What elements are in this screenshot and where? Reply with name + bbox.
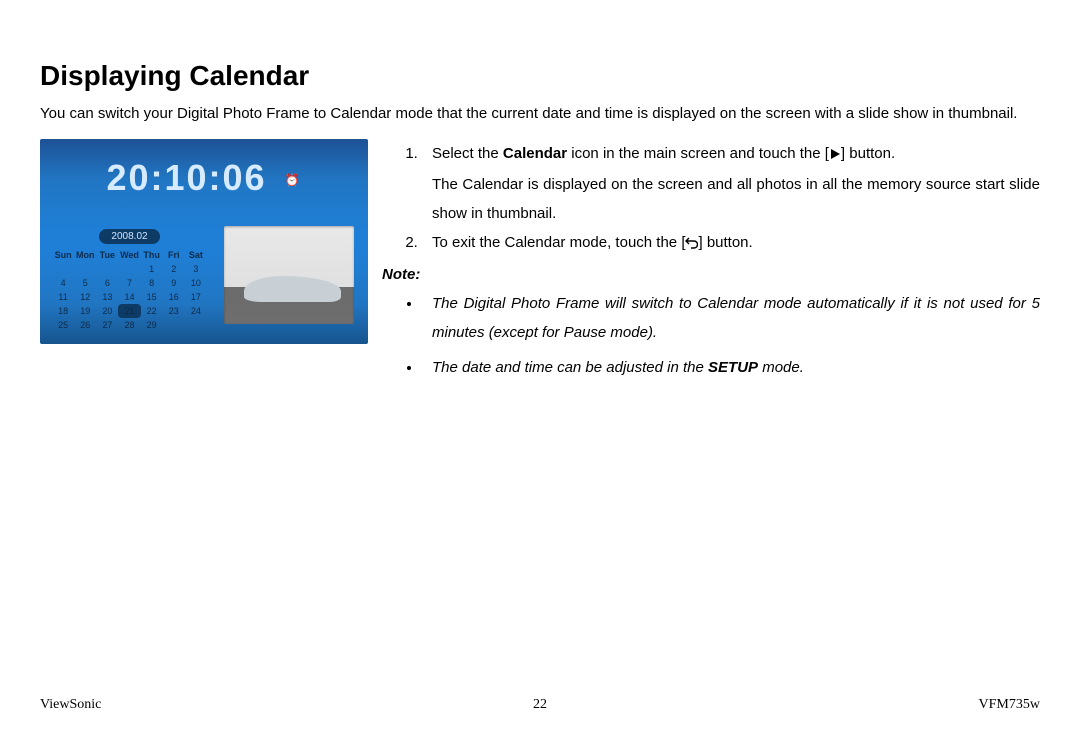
calendar-grid: 2008.02 SunMonTueWedThuFriSat 1234567891… (52, 229, 207, 332)
day-header: Wed (118, 248, 140, 262)
calendar-day: 18 (52, 304, 74, 318)
calendar-day: 24 (185, 304, 207, 318)
calendar-day: 12 (74, 290, 96, 304)
calendar-day: 19 (74, 304, 96, 318)
calendar-day: 17 (185, 290, 207, 304)
step-1: Select the Calendar icon in the main scr… (422, 139, 1040, 229)
calendar-day: 13 (96, 290, 118, 304)
photo-thumbnail (224, 226, 354, 324)
page-title: Displaying Calendar (40, 60, 1040, 92)
calendar-day: 27 (96, 318, 118, 332)
day-header: Sat (185, 248, 207, 262)
clock-time: 20:10:06 (106, 157, 266, 198)
footer-brand: ViewSonic (40, 697, 101, 713)
calendar-day: 9 (163, 276, 185, 290)
calendar-day: 4 (52, 276, 74, 290)
calendar-day (96, 262, 118, 276)
day-header: Mon (74, 248, 96, 262)
page-footer: ViewSonic 22 VFM735w (40, 697, 1040, 713)
day-header: Fri (163, 248, 185, 262)
calendar-day (74, 262, 96, 276)
back-icon (685, 230, 698, 259)
day-header: Thu (141, 248, 163, 262)
calendar-day: 25 (52, 318, 74, 332)
calendar-day: 16 (163, 290, 185, 304)
note-2: The date and time can be adjusted in the… (422, 353, 1040, 382)
calendar-day: 28 (118, 318, 140, 332)
calendar-day: 1 (141, 262, 163, 276)
play-icon (829, 141, 841, 170)
calendar-day: 23 (163, 304, 185, 318)
calendar-day: 29 (141, 318, 163, 332)
note-heading: Note: (382, 260, 1040, 289)
calendar-day: 11 (52, 290, 74, 304)
calendar-screenshot: 20:10:06 ⏰ 2008.02 SunMonTueWedThuFriSat… (40, 139, 368, 389)
car-photo (244, 276, 342, 301)
calendar-day (52, 262, 74, 276)
note-1: The Digital Photo Frame will switch to C… (422, 289, 1040, 348)
calendar-day: 22 (141, 304, 163, 318)
calendar-day: 10 (185, 276, 207, 290)
calendar-day: 7 (118, 276, 140, 290)
calendar-day: 2 (163, 262, 185, 276)
calendar-day: 20 (96, 304, 118, 318)
day-header: Tue (96, 248, 118, 262)
alarm-icon: ⏰ (285, 173, 302, 187)
calendar-day: 26 (74, 318, 96, 332)
month-badge: 2008.02 (99, 229, 159, 244)
calendar-day: 6 (96, 276, 118, 290)
calendar-table: SunMonTueWedThuFriSat 123456789101112131… (52, 248, 207, 332)
footer-page-number: 22 (533, 697, 547, 713)
day-header: Sun (52, 248, 74, 262)
calendar-day: 3 (185, 262, 207, 276)
footer-model: VFM735w (979, 697, 1040, 713)
calendar-day: 8 (141, 276, 163, 290)
calendar-day: 15 (141, 290, 163, 304)
intro-text: You can switch your Digital Photo Frame … (40, 100, 1040, 129)
calendar-day (163, 318, 185, 332)
step-2: To exit the Calendar mode, touch the [] … (422, 228, 1040, 259)
clock-display: 20:10:06 ⏰ (40, 157, 368, 199)
calendar-day: 5 (74, 276, 96, 290)
calendar-day: 14 (118, 290, 140, 304)
calendar-day: 21 (118, 304, 140, 318)
instructions-text: Select the Calendar icon in the main scr… (382, 139, 1040, 389)
calendar-day (185, 318, 207, 332)
calendar-day (118, 262, 140, 276)
